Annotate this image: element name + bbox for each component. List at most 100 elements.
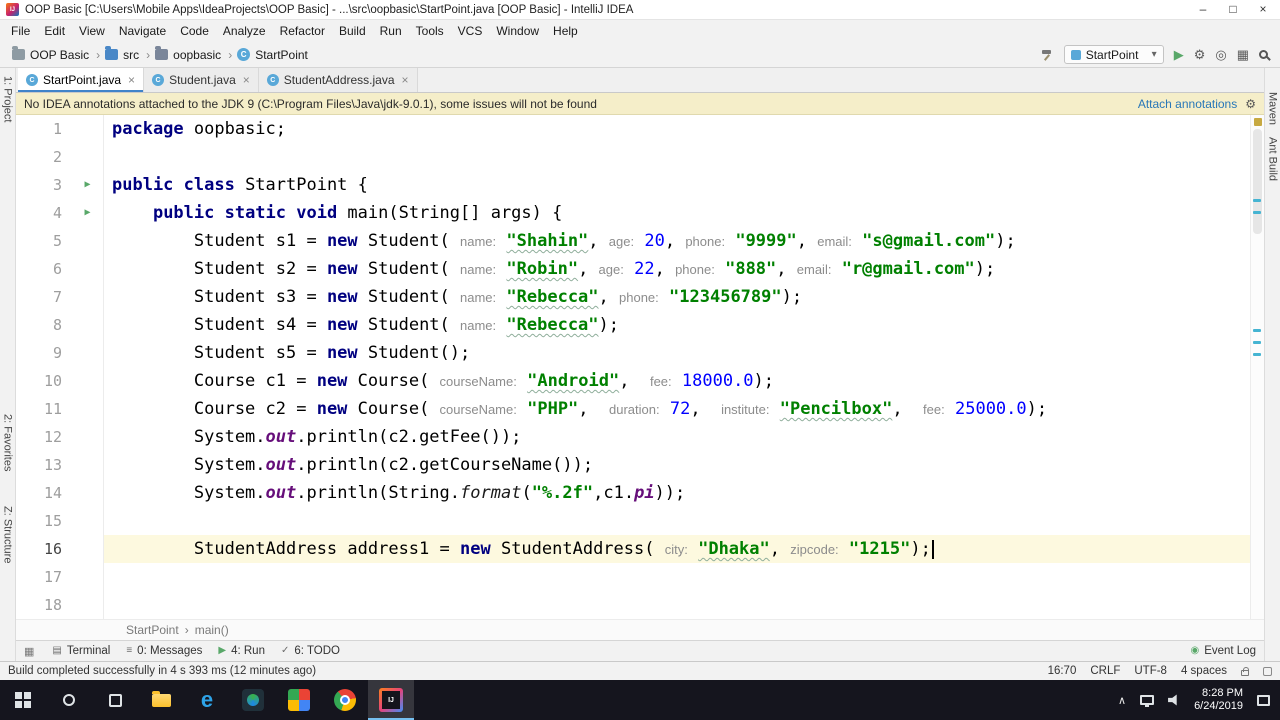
line-number: 15: [43, 512, 62, 530]
tool-window-button-6-todo[interactable]: ✓ 6: TODO: [281, 645, 340, 657]
task-view-button[interactable]: [92, 680, 138, 720]
tool-button-maven[interactable]: Maven: [1267, 92, 1279, 125]
tool-button-2-favorites[interactable]: 2: Favorites: [2, 414, 14, 471]
status-4-spaces[interactable]: 4 spaces: [1181, 665, 1227, 677]
code-line-4[interactable]: 4 ▶ public static void main(String[] args…: [16, 199, 1250, 227]
menu-file[interactable]: File: [4, 24, 37, 38]
menu-view[interactable]: View: [72, 24, 112, 38]
attach-annotations-link[interactable]: Attach annotations: [1138, 97, 1237, 111]
debug-icon[interactable]: ⚙: [1194, 47, 1206, 62]
menu-refactor[interactable]: Refactor: [273, 24, 332, 38]
network-icon[interactable]: [1140, 695, 1155, 707]
menu-analyze[interactable]: Analyze: [216, 24, 273, 38]
code-line-15[interactable]: 15: [16, 507, 1250, 535]
taskbar-clock[interactable]: 8:28 PM 6/24/2019: [1194, 687, 1243, 713]
lock-icon[interactable]: [1241, 666, 1249, 676]
tab-studentaddress-java[interactable]: C StudentAddress.java ×: [258, 68, 418, 92]
code-line-12[interactable]: 12 System.out.println(c2.getFee());: [16, 423, 1250, 451]
tab-startpoint-java[interactable]: C StartPoint.java ×: [18, 68, 145, 92]
close-tab-icon[interactable]: ×: [243, 73, 250, 87]
menu-edit[interactable]: Edit: [37, 24, 72, 38]
menu-window[interactable]: Window: [489, 24, 546, 38]
coverage-icon[interactable]: ◎: [1215, 47, 1226, 62]
app-button[interactable]: [276, 680, 322, 720]
code-line-10[interactable]: 10 Course c1 = new Course( courseName: "…: [16, 367, 1250, 395]
tool-button-1-project[interactable]: 1: Project: [2, 76, 14, 122]
run-configuration-select[interactable]: StartPoint ▾: [1063, 45, 1164, 64]
code-line-1[interactable]: 1 package oopbasic;: [16, 115, 1250, 143]
run-button[interactable]: ▶: [1174, 47, 1184, 62]
editor-scrollbar[interactable]: [1250, 115, 1264, 619]
tool-windows-grid-icon[interactable]: ▦: [1237, 47, 1249, 62]
code-line-16[interactable]: 16 StudentAddress address1 = new Student…: [16, 535, 1250, 563]
menu-navigate[interactable]: Navigate: [112, 24, 173, 38]
code-line-9[interactable]: 9 Student s5 = new Student();: [16, 339, 1250, 367]
action-center-icon[interactable]: [1257, 694, 1270, 706]
code-line-2[interactable]: 2: [16, 143, 1250, 171]
menu-code[interactable]: Code: [173, 24, 216, 38]
status-indicator-icon[interactable]: [1263, 666, 1272, 676]
breadcrumb-item-src[interactable]: src: [105, 46, 139, 62]
inspection-indicator-icon[interactable]: [1254, 118, 1262, 126]
code-line-14[interactable]: 14 System.out.println(String.format("%.2…: [16, 479, 1250, 507]
annotations-banner: No IDEA annotations attached to the JDK …: [16, 93, 1264, 115]
tool-window-button-4-run[interactable]: ▶ 4: Run: [218, 645, 265, 657]
breadcrumb-item-oop-basic[interactable]: OOP Basic: [12, 46, 89, 62]
gutter-space: [72, 423, 104, 451]
code-token: name:: [460, 262, 497, 277]
scroll-mark: [1253, 353, 1261, 356]
search-button[interactable]: [46, 680, 92, 720]
status-crlf[interactable]: CRLF: [1090, 665, 1120, 677]
status-16-70[interactable]: 16:70: [1048, 665, 1077, 677]
code-line-6[interactable]: 6 Student s2 = new Student( name: "Robin…: [16, 255, 1250, 283]
menu-vcs[interactable]: VCS: [451, 24, 490, 38]
code-token: ,: [664, 231, 686, 251]
status-utf-8[interactable]: UTF-8: [1134, 665, 1167, 677]
file-explorer-button[interactable]: [138, 680, 184, 720]
edge-button[interactable]: e: [184, 680, 230, 720]
tool-window-switcher-icon[interactable]: ▦: [24, 645, 34, 658]
code-line-8[interactable]: 8 Student s4 = new Student( name: "Rebec…: [16, 311, 1250, 339]
tray-expand-icon[interactable]: ∧: [1118, 694, 1126, 707]
minimize-button[interactable]: –: [1188, 0, 1218, 19]
code-line-5[interactable]: 5 Student s1 = new Student( name: "Shahi…: [16, 227, 1250, 255]
android-studio-button[interactable]: [230, 680, 276, 720]
scrollbar-thumb[interactable]: [1253, 129, 1262, 234]
close-tab-icon[interactable]: ×: [128, 73, 135, 87]
code-line-3[interactable]: 3 ▶ public class StartPoint {: [16, 171, 1250, 199]
menu-tools[interactable]: Tools: [409, 24, 451, 38]
close-button[interactable]: ×: [1248, 0, 1278, 19]
build-hammer-icon[interactable]: [1041, 48, 1054, 61]
gear-icon[interactable]: ⚙: [1245, 97, 1256, 111]
tool-button-z-structure[interactable]: Z: Structure: [2, 506, 14, 563]
breadcrumb-item-oopbasic[interactable]: oopbasic: [155, 46, 221, 62]
code-line-13[interactable]: 13 System.out.println(c2.getCourseName()…: [16, 451, 1250, 479]
status-message: Build completed successfully in 4 s 393 …: [8, 665, 317, 677]
code-line-17[interactable]: 17: [16, 563, 1250, 591]
menu-run[interactable]: Run: [373, 24, 409, 38]
chrome-button[interactable]: [322, 680, 368, 720]
tab-student-java[interactable]: C Student.java ×: [144, 68, 259, 92]
breadcrumb-item-startpoint[interactable]: C StartPoint: [237, 48, 308, 62]
menu-help[interactable]: Help: [546, 24, 585, 38]
breadcrumb-main[interactable]: main(): [195, 623, 229, 637]
intellij-button[interactable]: IJ: [368, 680, 414, 720]
tool-window-button-terminal[interactable]: ▤ Terminal: [52, 645, 110, 657]
run-arrow-icon[interactable]: ▶: [72, 199, 104, 227]
code-line-7[interactable]: 7 Student s3 = new Student( name: "Rebec…: [16, 283, 1250, 311]
code-editor[interactable]: 1 package oopbasic; 2 3 ▶ public class StartP…: [16, 115, 1264, 619]
tool-button-ant-build[interactable]: Ant Build: [1267, 137, 1279, 181]
volume-icon[interactable]: [1168, 694, 1177, 706]
breadcrumb-startpoint[interactable]: StartPoint: [126, 623, 179, 637]
line-number: 13: [43, 456, 62, 474]
close-tab-icon[interactable]: ×: [402, 73, 409, 87]
code-line-11[interactable]: 11 Course c2 = new Course( courseName: "…: [16, 395, 1250, 423]
maximize-button[interactable]: □: [1218, 0, 1248, 19]
tool-window-button-0-messages[interactable]: ≡ 0: Messages: [126, 645, 202, 657]
start-button[interactable]: [0, 680, 46, 720]
search-everywhere-icon[interactable]: [1259, 50, 1268, 59]
run-arrow-icon[interactable]: ▶: [72, 171, 104, 199]
code-line-18[interactable]: 18: [16, 591, 1250, 619]
menu-build[interactable]: Build: [332, 24, 373, 38]
tool-window-button-event-log[interactable]: ◉ Event Log: [1190, 645, 1256, 657]
